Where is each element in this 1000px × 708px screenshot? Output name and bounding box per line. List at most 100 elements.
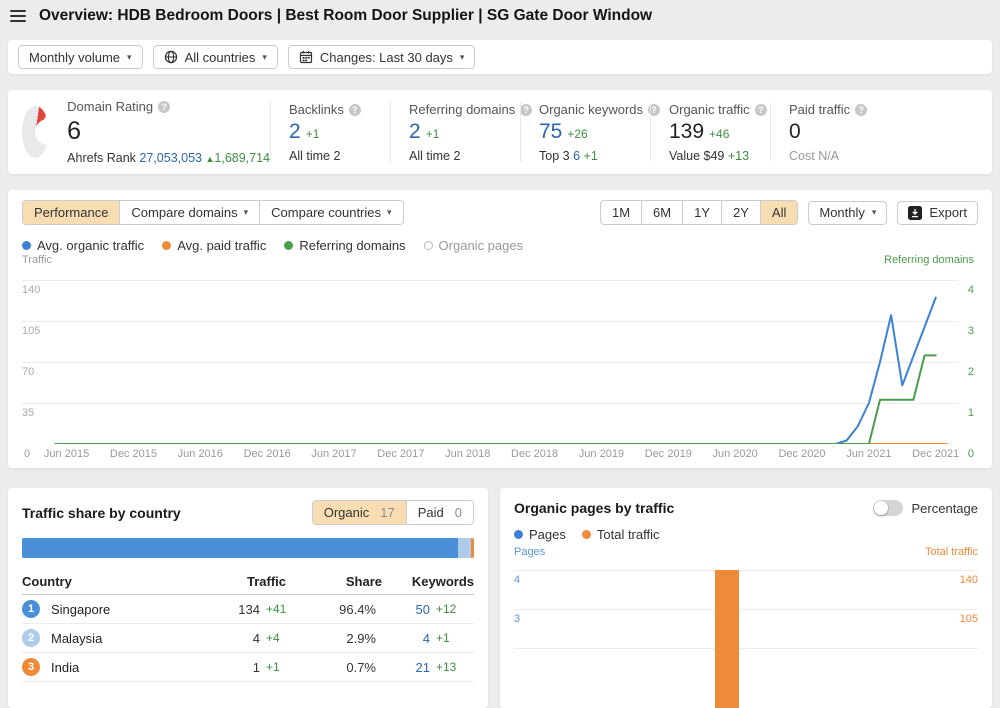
legend-avg-organic-traffic[interactable]: Avg. organic traffic (22, 238, 144, 253)
right-axis-zero: 0 (968, 448, 974, 460)
chevron-down-icon: ▾ (262, 53, 267, 62)
interval-dropdown[interactable]: Monthly▾ (808, 201, 887, 225)
country-name: Malaysia (51, 631, 102, 646)
organic-paid-filter: Organic17 Paid0 (312, 500, 474, 525)
countries-dropdown[interactable]: All countries▾ (153, 45, 278, 69)
country-name: India (51, 660, 79, 675)
share-segment-india (471, 538, 474, 558)
metric-organic-keywords: Organic keywords? 75+26 Top 3 6 +1 (520, 102, 650, 162)
paid-traffic-value: 0 (789, 120, 801, 143)
metric-paid-traffic: Paid traffic? 0 Cost N/A (770, 102, 867, 162)
gridline (514, 609, 978, 610)
country-table: Country Traffic Share Keywords 1 Singapor… (22, 568, 474, 682)
keywords-link[interactable]: 4 (423, 631, 430, 646)
range-2y[interactable]: 2Y (721, 201, 760, 224)
metric-organic-traffic: Organic traffic? 139+46 Value $49 +13 (650, 102, 770, 162)
calendar-icon (299, 50, 313, 64)
legend-avg-paid-traffic[interactable]: Avg. paid traffic (162, 238, 266, 253)
traffic-share-title: Traffic share by country (22, 505, 181, 521)
gridline (514, 570, 978, 571)
metric-referring-domains: Referring domains? 2+1 All time 2 (390, 102, 520, 162)
metric-backlinks: Backlinks? 2+1 All time 2 (270, 102, 390, 162)
keywords-link[interactable]: 21 (416, 660, 430, 675)
legend-referring-domains[interactable]: Referring domains (284, 238, 405, 253)
download-icon (908, 206, 922, 220)
orange-dot-icon (582, 530, 591, 539)
share-segment-malaysia (458, 538, 471, 558)
range-1m[interactable]: 1M (601, 201, 641, 224)
rank-badge: 1 (22, 600, 40, 618)
range-1y[interactable]: 1Y (682, 201, 721, 224)
help-icon[interactable]: ? (855, 104, 867, 116)
country-table-header: Country Traffic Share Keywords (22, 568, 474, 595)
green-dot-icon (284, 241, 293, 250)
right-axis-title: Referring domains (884, 254, 974, 266)
percentage-toggle[interactable] (873, 500, 903, 516)
range-6m[interactable]: 6M (641, 201, 682, 224)
help-icon[interactable]: ? (755, 104, 767, 116)
backlinks-value-link[interactable]: 2 (289, 120, 301, 143)
chart-legend: Avg. organic traffic Avg. paid traffic R… (22, 238, 978, 253)
pages-tick: 3 (514, 613, 520, 625)
organic-pages-title: Organic pages by traffic (514, 500, 674, 516)
country-name: Singapore (51, 602, 110, 617)
table-row: 3India 1 +1 0.7% 21 +13 (22, 653, 474, 682)
domain-rating-value: 6 (67, 116, 270, 146)
left-axis-title: Traffic (22, 254, 52, 266)
legend-organic-pages[interactable]: Organic pages (424, 238, 524, 253)
app-header: Overview: HDB Bedroom Doors | Best Room … (0, 0, 1000, 32)
performance-line-chart (22, 280, 958, 444)
referring-domains-value-link[interactable]: 2 (409, 120, 421, 143)
left-axis-zero: 0 (24, 448, 30, 460)
range-all[interactable]: All (760, 201, 797, 224)
filter-paid[interactable]: Paid0 (406, 501, 473, 524)
share-segment-singapore (22, 538, 458, 558)
changes-dropdown[interactable]: Changes: Last 30 days▾ (288, 45, 476, 69)
organic-keywords-value-link[interactable]: 75 (539, 120, 562, 143)
total-traffic-tick: 140 (960, 574, 978, 586)
total-traffic-tick: 105 (960, 613, 978, 625)
chevron-down-icon: ▾ (872, 208, 877, 217)
gridline (514, 648, 978, 649)
menu-icon[interactable] (10, 10, 26, 22)
hollow-dot-icon (424, 241, 433, 250)
table-row: 1Singapore 134 +41 96.4% 50 +12 (22, 595, 474, 624)
organic-pages-panel: Organic pages by traffic Percentage Page… (500, 488, 992, 708)
tab-performance[interactable]: Performance (23, 201, 119, 224)
chevron-down-icon: ▾ (244, 208, 249, 217)
domain-rating-donut (22, 106, 49, 158)
legend-total-traffic[interactable]: Total traffic (582, 527, 660, 542)
export-button[interactable]: Export (897, 201, 978, 225)
total-traffic-bar (715, 570, 739, 708)
pages-chart-legend: Pages Total traffic (500, 516, 992, 542)
blue-dot-icon (22, 241, 31, 250)
x-axis-ticks: Jun 2015Dec 2015Jun 2016Dec 2016Jun 2017… (8, 448, 992, 462)
legend-pages[interactable]: Pages (514, 527, 566, 542)
filter-organic[interactable]: Organic17 (313, 501, 406, 524)
help-icon[interactable]: ? (158, 101, 170, 113)
globe-icon (164, 50, 178, 64)
ahrefs-rank-link[interactable]: 27,053,053 (139, 151, 202, 165)
metric-domain-rating: Domain Rating? 6 Ahrefs Rank 27,053,053 … (8, 102, 270, 162)
organic-traffic-value: 139 (669, 120, 704, 143)
performance-panel: Performance Compare domains▾ Compare cou… (8, 190, 992, 468)
top3-link[interactable]: 6 (573, 149, 580, 163)
toggle-knob (874, 501, 888, 515)
metrics-summary: Domain Rating? 6 Ahrefs Rank 27,053,053 … (8, 90, 992, 174)
percentage-label: Percentage (912, 501, 979, 516)
chevron-down-icon: ▾ (460, 53, 465, 62)
keywords-link[interactable]: 50 (416, 602, 430, 617)
pages-axis-title: Pages (514, 546, 545, 558)
tab-compare-domains[interactable]: Compare domains▾ (119, 201, 259, 224)
volume-dropdown[interactable]: Monthly volume▾ (18, 45, 143, 69)
range-selector: 1M 6M 1Y 2Y All (600, 200, 798, 225)
country-share-stacked-bar (22, 538, 474, 558)
tab-compare-countries[interactable]: Compare countries▾ (259, 201, 402, 224)
pages-tick: 4 (514, 574, 520, 586)
orange-dot-icon (162, 241, 171, 250)
total-traffic-axis-title: Total traffic (925, 546, 978, 558)
filters-toolbar: Monthly volume▾ All countries▾ Changes: … (8, 40, 992, 74)
help-icon[interactable]: ? (349, 104, 361, 116)
performance-tabs: Performance Compare domains▾ Compare cou… (22, 200, 404, 225)
blue-dot-icon (514, 530, 523, 539)
